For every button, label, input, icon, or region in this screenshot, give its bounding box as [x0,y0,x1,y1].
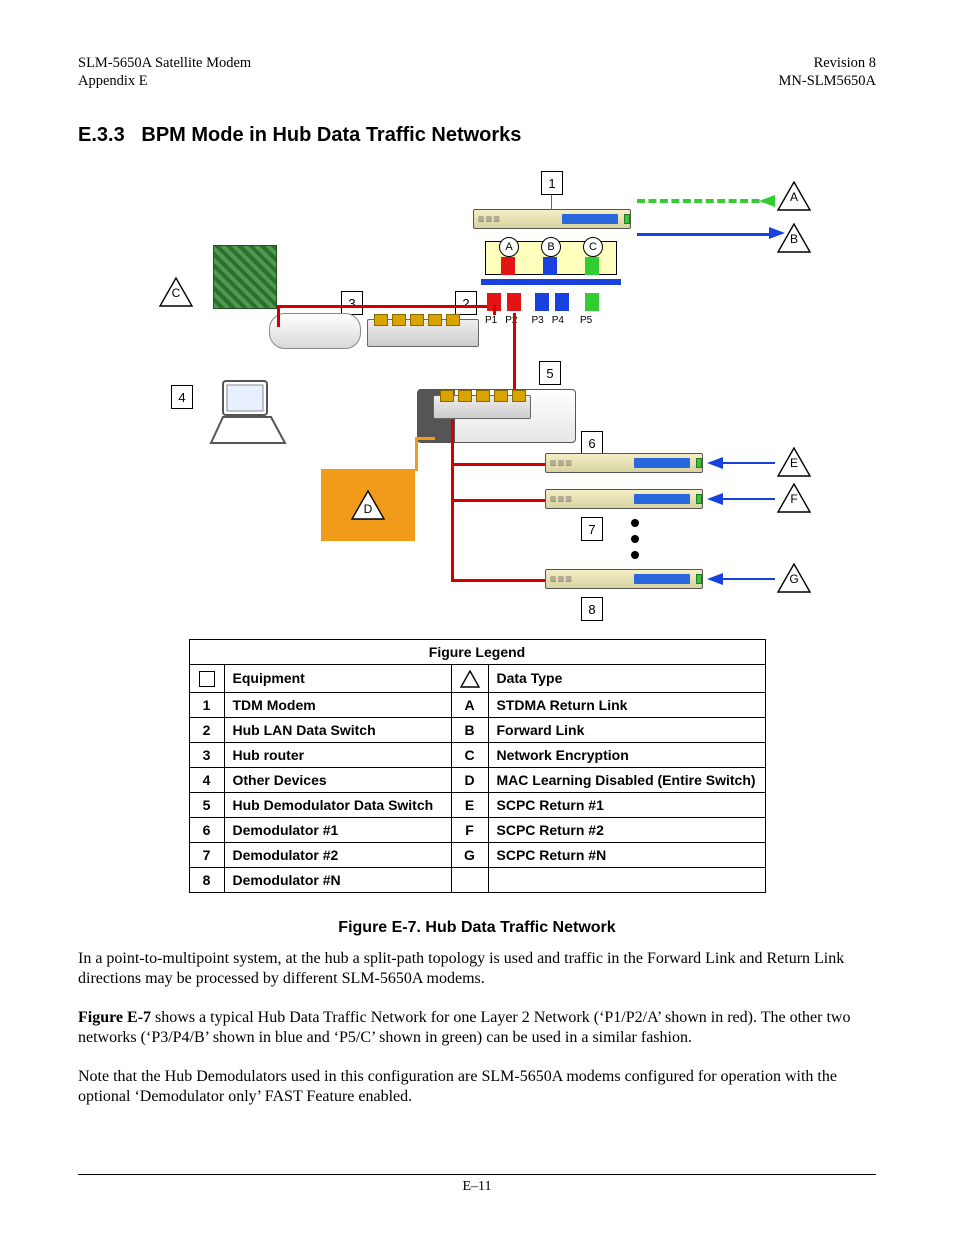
legend-row: 1TDM ModemASTDMA Return Link [189,692,765,717]
callout-2: 2 [455,291,477,315]
demod-n-icon [545,569,703,589]
legend-row: 5Hub Demodulator Data SwitchESCPC Return… [189,792,765,817]
datatype-G: G [777,563,811,593]
legend-title: Figure Legend [189,640,765,665]
tdm-modem-icon [473,209,631,229]
demod-1-icon [545,453,703,473]
figure-legend-table: Figure Legend Equipment Data Type 1TDM M… [189,639,766,892]
legend-row: 8Demodulator #N [189,867,765,892]
page: SLM-5650A Satellite Modem Appendix E Rev… [0,0,954,1235]
header-left: SLM-5650A Satellite Modem Appendix E [78,54,251,90]
body-paragraph-3: Note that the Hub Demodulators used in t… [78,1067,876,1108]
port-labels: P1P2 P3P4 P5 [485,315,592,326]
callout-3: 3 [341,291,363,315]
legend-row: 2Hub LAN Data SwitchBForward Link [189,717,765,742]
legend-row: 6Demodulator #1FSCPC Return #2 [189,817,765,842]
legend-equipment-icon [189,665,224,692]
laptop-icon [205,377,291,447]
link-stdma-return [637,199,771,203]
page-header: SLM-5650A Satellite Modem Appendix E Rev… [78,54,876,90]
legend-col-datatype: Data Type [488,665,765,692]
encryption-icon [213,245,277,309]
body-paragraph-2: Figure E-7 shows a typical Hub Data Traf… [78,1008,876,1049]
callout-1: 1 [541,171,563,195]
datatype-C: C [159,277,193,307]
body-paragraph-1: In a point-to-multipoint system, at the … [78,949,876,990]
datatype-B: B [777,223,811,253]
legend-col-equipment: Equipment [224,665,451,692]
demod-2-icon [545,489,703,509]
callout-5: 5 [539,361,561,385]
datatype-E: E [777,447,811,477]
figure-caption: Figure E-7. Hub Data Traffic Network [78,919,876,937]
datatype-A: A [777,181,811,211]
legend-row: 3Hub routerCNetwork Encryption [189,742,765,767]
link-forward [637,233,771,236]
svg-text:D: D [364,502,373,516]
datatype-F: F [777,483,811,513]
header-right: Revision 8 MN-SLM5650A [779,54,876,90]
callout-6: 6 [581,431,603,455]
callout-8: 8 [581,597,603,621]
section-heading: E.3.3 BPM Mode in Hub Data Traffic Netwo… [78,124,876,147]
figure-diagram: 1 A B A B C P1P2 P3P4 P5 [137,167,817,627]
mac-learning-disabled-box: D [321,469,415,541]
router-icon [269,313,361,349]
legend-row: 4Other DevicesDMAC Learning Disabled (En… [189,767,765,792]
callout-4: 4 [171,385,193,409]
legend-datatype-icon [451,665,488,692]
callout-7: 7 [581,517,603,541]
page-footer: E–11 [78,1174,876,1195]
legend-row: 7Demodulator #2GSCPC Return #N [189,842,765,867]
lan-switch-icon [367,319,479,347]
